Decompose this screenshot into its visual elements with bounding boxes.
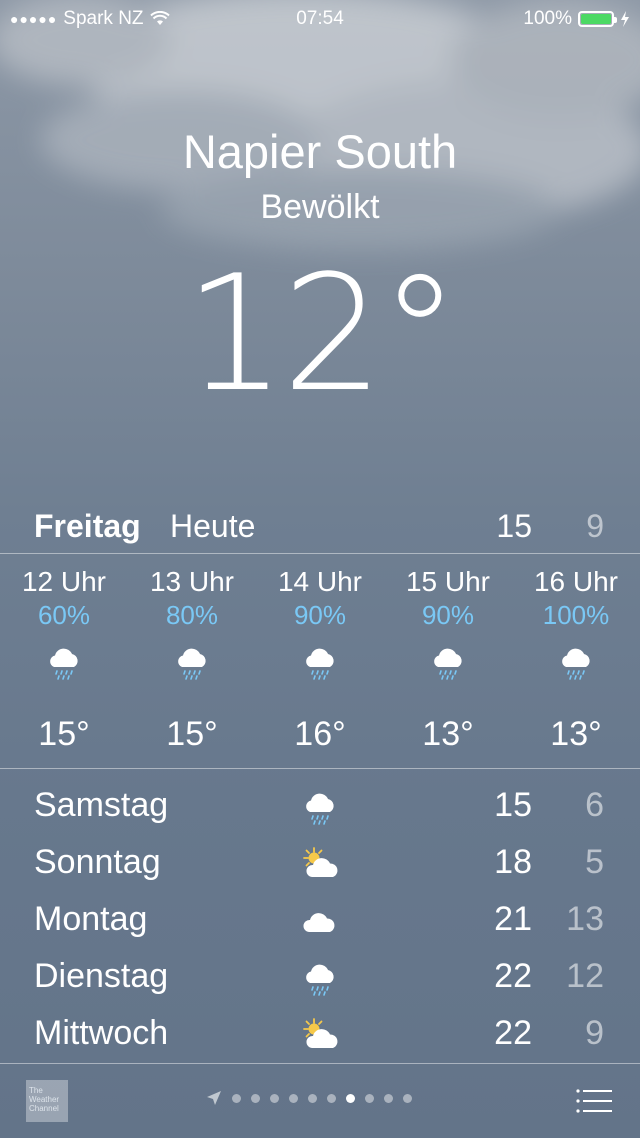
battery-icon bbox=[578, 11, 617, 27]
daily-low: 9 bbox=[585, 1014, 604, 1052]
today-day: Freitag bbox=[34, 508, 141, 544]
precip-chance: 60% bbox=[37, 600, 91, 630]
rain-cloud-icon bbox=[44, 643, 84, 683]
page-dot bbox=[289, 1093, 298, 1103]
daily-high: 15 bbox=[494, 786, 532, 824]
city-list-icon[interactable] bbox=[576, 1088, 612, 1114]
rain-cloud-icon bbox=[172, 643, 212, 683]
daily-low: 6 bbox=[585, 786, 604, 824]
precip-chance: 90% bbox=[293, 600, 347, 630]
hour-time: 16 Uhr bbox=[533, 566, 619, 597]
hour-time: 14 Uhr bbox=[277, 566, 363, 597]
precip-chance: 90% bbox=[421, 600, 475, 630]
rain-cloud-icon bbox=[300, 643, 340, 683]
daily-forecast[interactable]: Samstag 15 6 Sonntag 18 5 Montag 21 13 D… bbox=[0, 784, 640, 1069]
bottom-toolbar: The Weather Channel bbox=[0, 1064, 640, 1138]
city-name: Napier South bbox=[182, 125, 458, 178]
status-right: 100% bbox=[523, 8, 630, 30]
weather-channel-logo-text: The Weather Channel bbox=[29, 1086, 60, 1113]
weather-channel-logo[interactable]: The Weather Channel bbox=[26, 1080, 68, 1122]
page-dot bbox=[308, 1093, 317, 1103]
daily-high: 18 bbox=[494, 843, 532, 881]
precip-chance: 80% bbox=[165, 600, 219, 630]
divider-middle bbox=[0, 768, 640, 769]
battery-percent: 100% bbox=[523, 8, 572, 29]
daily-high: 22 bbox=[494, 957, 532, 995]
daily-high: 22 bbox=[494, 1014, 532, 1052]
divider-top bbox=[0, 553, 640, 554]
hour-time: 15 Uhr bbox=[405, 566, 491, 597]
hour-time: 12 Uhr bbox=[21, 566, 107, 597]
daily-high: 21 bbox=[494, 900, 532, 938]
daily-row: Dienstag 22 12 bbox=[0, 955, 640, 1012]
daily-row: Montag 21 13 bbox=[0, 898, 640, 955]
hour-temperature: 13° bbox=[550, 715, 602, 753]
daily-row: Samstag 15 6 bbox=[0, 784, 640, 841]
daily-day: Mittwoch bbox=[34, 1014, 169, 1052]
page-dot bbox=[365, 1093, 374, 1103]
daily-row: Sonntag 18 5 bbox=[0, 841, 640, 898]
partly-sunny-icon bbox=[300, 1016, 340, 1056]
hour-item: 14 Uhr 90% 16° bbox=[256, 566, 384, 754]
daily-day: Dienstag bbox=[34, 957, 169, 995]
page-dot bbox=[270, 1093, 279, 1103]
hour-time: 13 Uhr bbox=[149, 566, 235, 597]
rain-cloud-icon bbox=[428, 643, 468, 683]
rain-cloud-icon bbox=[300, 959, 340, 999]
rain-cloud-icon bbox=[556, 643, 596, 683]
hour-temperature: 15° bbox=[38, 715, 90, 753]
today-row: Freitag Heute 15 9 bbox=[0, 508, 640, 552]
cloud-icon bbox=[300, 902, 340, 942]
hourly-forecast[interactable]: 12 Uhr 60% 15° 13 Uhr 80% 15° 14 Uhr 90%… bbox=[0, 566, 640, 754]
hour-item: 16 Uhr 100% 13° bbox=[512, 566, 640, 754]
hour-temperature: 13° bbox=[422, 715, 474, 753]
daily-day: Samstag bbox=[34, 786, 169, 824]
daily-low: 13 bbox=[566, 900, 604, 938]
precip-chance: 100% bbox=[542, 600, 610, 630]
hour-item: 15 Uhr 90% 13° bbox=[384, 566, 512, 754]
page-dot-active bbox=[346, 1093, 355, 1103]
page-indicator[interactable] bbox=[206, 1090, 412, 1106]
status-bar: ●●●●● Spark NZ 07:54 100% bbox=[0, 0, 640, 38]
today-low: 9 bbox=[586, 508, 604, 544]
daily-row: Mittwoch 22 9 bbox=[0, 1012, 640, 1069]
page-dot bbox=[327, 1093, 336, 1103]
page-dot bbox=[403, 1093, 412, 1103]
current-temperature: 12° bbox=[184, 240, 460, 427]
hour-item: 12 Uhr 60% 15° bbox=[0, 566, 128, 754]
daily-day: Montag bbox=[34, 900, 148, 938]
page-dot bbox=[384, 1093, 393, 1103]
today-high: 15 bbox=[496, 508, 532, 544]
hour-temperature: 15° bbox=[166, 715, 218, 753]
today-label: Heute bbox=[170, 508, 256, 544]
partly-sunny-icon bbox=[300, 845, 340, 885]
page-dot bbox=[232, 1093, 241, 1103]
daily-low: 12 bbox=[566, 957, 604, 995]
rain-cloud-icon bbox=[300, 788, 340, 828]
hour-item: 13 Uhr 80% 15° bbox=[128, 566, 256, 754]
daily-day: Sonntag bbox=[34, 843, 161, 881]
location-arrow-icon bbox=[207, 1091, 221, 1105]
current-condition: Bewölkt bbox=[260, 188, 380, 226]
charging-bolt-icon bbox=[621, 11, 629, 27]
page-dot bbox=[251, 1093, 260, 1103]
daily-low: 5 bbox=[585, 843, 604, 881]
hour-temperature: 16° bbox=[294, 715, 346, 753]
